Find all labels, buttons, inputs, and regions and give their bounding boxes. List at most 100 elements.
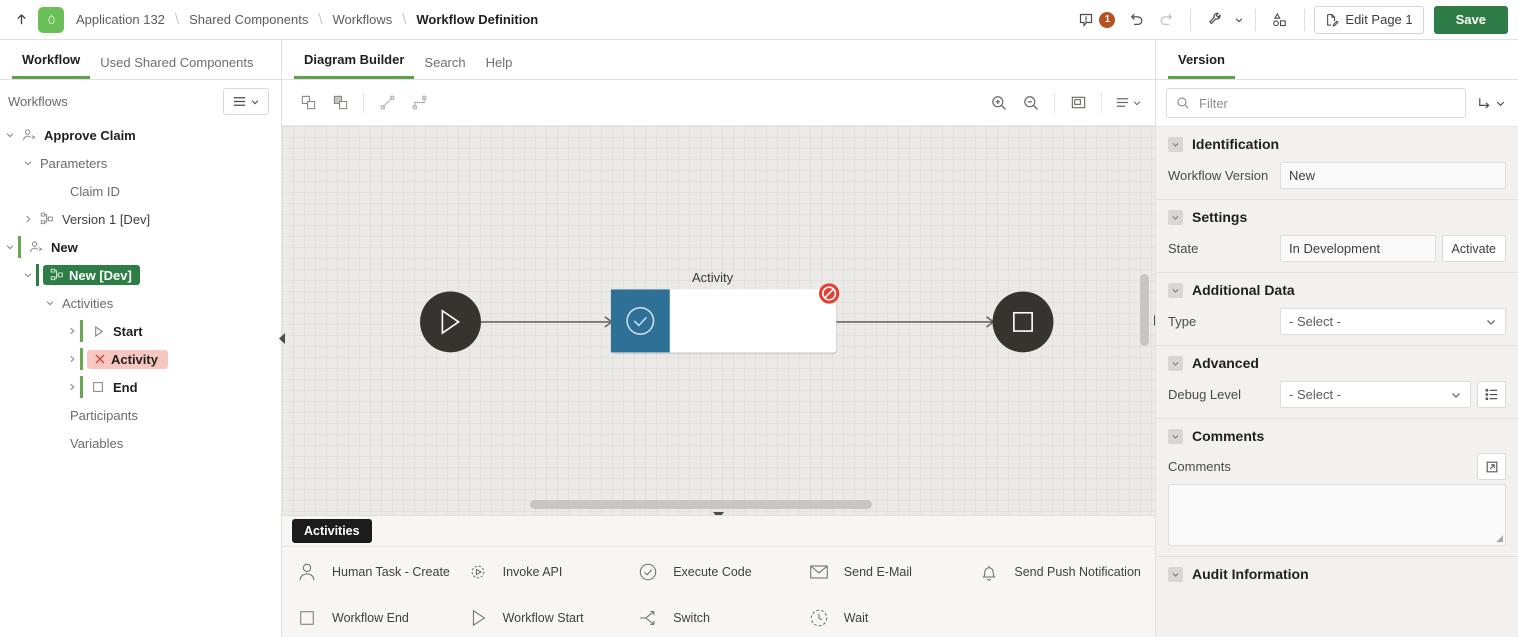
vertical-scrollbar[interactable]: [1140, 274, 1149, 346]
palette-item-switch[interactable]: Switch: [633, 595, 804, 637]
collapse-right-icon[interactable]: [1151, 312, 1155, 330]
chevron-right-icon[interactable]: [64, 317, 80, 345]
section-header-settings[interactable]: Settings: [1156, 199, 1518, 232]
tab-search[interactable]: Search: [414, 55, 475, 79]
chevron-down-icon[interactable]: [2, 233, 18, 261]
palette-item-workflow-start[interactable]: Workflow Start: [463, 595, 634, 637]
palette-item-invoke-api[interactable]: Invoke API: [463, 549, 634, 595]
tree-item-parameters[interactable]: Parameters: [0, 149, 281, 177]
collapse-left-icon[interactable]: [277, 330, 287, 348]
chevron-down-icon[interactable]: [1232, 5, 1246, 35]
activate-button[interactable]: Activate: [1441, 235, 1506, 262]
section-title: Additional Data: [1192, 282, 1295, 298]
workflow-diagram[interactable]: [282, 126, 1155, 508]
palette-item-execute-code[interactable]: Execute Code: [633, 549, 804, 595]
expand-editor-icon[interactable]: [1477, 453, 1506, 480]
debug-level-select-value: - Select -: [1289, 387, 1342, 402]
tab-help[interactable]: Help: [476, 55, 523, 79]
undo-icon[interactable]: [1121, 5, 1151, 35]
tree-item-variables[interactable]: Variables: [0, 429, 281, 457]
tree-item-start[interactable]: Start: [0, 317, 281, 345]
palette-tab-activities[interactable]: Activities: [292, 519, 372, 543]
section-header-audit-information[interactable]: Audit Information: [1156, 556, 1518, 589]
edit-page-button[interactable]: Edit Page 1: [1314, 5, 1424, 34]
breadcrumb-item-shared-components[interactable]: Shared Components: [187, 12, 310, 27]
chevron-down-icon[interactable]: [1168, 428, 1183, 444]
tree-active-bar: [80, 320, 83, 342]
tree-item-new-dev[interactable]: New [Dev]: [0, 261, 281, 289]
palette-item-human-task-create[interactable]: Human Task - Create: [292, 549, 463, 595]
chevron-down-icon[interactable]: [1168, 282, 1183, 298]
palette-items: Human Task - Create Invoke API Execute C…: [282, 547, 1155, 637]
left-panel: Workflow Used Shared Components Workflow…: [0, 40, 285, 637]
navigate-up-icon[interactable]: [8, 7, 34, 33]
tree-item-activities[interactable]: Activities: [0, 289, 281, 317]
palette-item-send-push-notification[interactable]: Send Push Notification: [974, 549, 1145, 595]
workflows-menu-button[interactable]: [223, 88, 269, 115]
tree-item-version-1-dev[interactable]: Version 1 [Dev]: [0, 205, 281, 233]
filter-field[interactable]: [1166, 88, 1466, 118]
application-logo-icon[interactable]: [38, 6, 64, 33]
tree-item-approve-claim[interactable]: Approve Claim: [0, 121, 281, 149]
chevron-right-icon[interactable]: [20, 205, 36, 233]
palette-item-workflow-end[interactable]: Workflow End: [292, 595, 463, 637]
elbow-connector-icon[interactable]: [403, 87, 435, 119]
tree-item-new-workflow[interactable]: New: [0, 233, 281, 261]
breadcrumb-item-workflows[interactable]: Workflows: [331, 12, 395, 27]
state-input[interactable]: In Development: [1280, 235, 1436, 262]
bring-to-front-icon[interactable]: [292, 87, 324, 119]
tab-used-shared-components[interactable]: Used Shared Components: [90, 55, 263, 79]
tab-diagram-builder[interactable]: Diagram Builder: [294, 52, 415, 79]
chevron-down-icon[interactable]: [1168, 209, 1183, 225]
section-header-advanced[interactable]: Advanced: [1156, 345, 1518, 378]
straight-connector-icon[interactable]: [371, 87, 403, 119]
filter-input[interactable]: [1197, 94, 1456, 112]
section-header-comments[interactable]: Comments: [1156, 418, 1518, 451]
workflow-version-input[interactable]: New: [1280, 162, 1506, 189]
chevron-down-icon[interactable]: [1168, 566, 1183, 582]
page-edit-icon: [1325, 13, 1340, 27]
chevron-down-icon[interactable]: [1168, 355, 1183, 371]
collapse-down-icon[interactable]: [710, 510, 728, 515]
chevron-right-icon[interactable]: [64, 373, 80, 401]
property-sections: Identification Workflow Version New Sett…: [1156, 127, 1518, 637]
messages-indicator[interactable]: 1: [1071, 5, 1116, 35]
redo-icon[interactable]: [1151, 5, 1181, 35]
resize-grip-icon[interactable]: ◢: [1496, 533, 1503, 544]
type-select[interactable]: - Select -: [1280, 308, 1506, 335]
tree-item-participants[interactable]: Participants: [0, 401, 281, 429]
zoom-out-icon[interactable]: [1015, 87, 1047, 119]
goto-property-button[interactable]: [1474, 93, 1508, 114]
message-alert-icon[interactable]: [1071, 5, 1101, 35]
breadcrumb-item-application[interactable]: Application 132: [74, 12, 167, 27]
tree-item-claim-id[interactable]: Claim ID: [0, 177, 281, 205]
palette-item-wait[interactable]: Wait: [804, 595, 975, 637]
breadcrumb: Application 132 \ Shared Components \ Wo…: [74, 11, 540, 28]
tree-item-end[interactable]: End: [0, 373, 281, 401]
toolbar-divider: [1101, 92, 1102, 113]
diagram-menu-icon[interactable]: [1109, 87, 1147, 119]
palette-item-send-email[interactable]: Send E-Mail: [804, 549, 975, 595]
send-to-back-icon[interactable]: [324, 87, 356, 119]
debug-level-select[interactable]: - Select -: [1280, 381, 1471, 408]
comments-textarea[interactable]: ◢: [1168, 484, 1506, 546]
chevron-down-icon[interactable]: [2, 121, 18, 149]
wrench-icon[interactable]: [1200, 5, 1230, 35]
horizontal-scrollbar[interactable]: [530, 500, 872, 509]
chevron-right-icon[interactable]: [64, 345, 80, 373]
tab-version[interactable]: Version: [1168, 52, 1235, 79]
section-header-identification[interactable]: Identification: [1156, 127, 1518, 159]
tab-workflow[interactable]: Workflow: [12, 52, 91, 79]
chevron-down-icon[interactable]: [20, 261, 36, 289]
fit-to-screen-icon[interactable]: [1062, 87, 1094, 119]
chevron-down-icon[interactable]: [20, 149, 36, 177]
zoom-in-icon[interactable]: [983, 87, 1015, 119]
shapes-icon[interactable]: [1265, 5, 1295, 35]
save-button[interactable]: Save: [1433, 5, 1508, 34]
section-header-additional-data[interactable]: Additional Data: [1156, 272, 1518, 305]
list-values-icon[interactable]: [1477, 381, 1506, 408]
tree-item-activity[interactable]: Activity: [0, 345, 281, 373]
chevron-down-icon[interactable]: [1168, 136, 1183, 152]
chevron-down-icon[interactable]: [42, 289, 58, 317]
diagram-canvas-area[interactable]: Activity: [282, 126, 1155, 515]
